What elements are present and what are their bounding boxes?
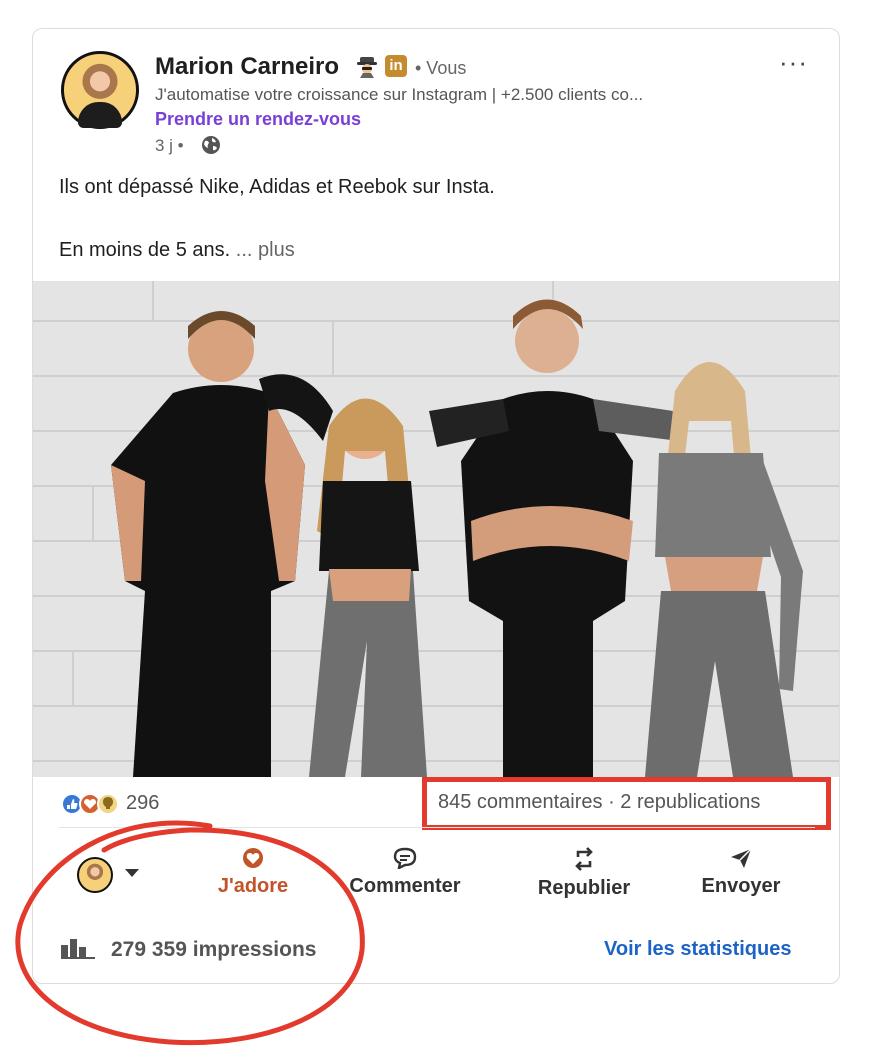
see-more-link[interactable]: ... plus (236, 239, 295, 261)
send-button[interactable]: Envoyer (687, 847, 795, 898)
comment-button[interactable]: Commenter (339, 847, 471, 898)
reaction-summary-icons[interactable] (61, 793, 125, 815)
author-headline: J'automatise votre croissance sur Instag… (155, 85, 644, 104)
love-button[interactable]: J'adore (193, 847, 313, 898)
repost-button[interactable]: Republier (523, 847, 645, 900)
post-text-line-1: Ils ont dépassé Nike, Adidas et Reebok s… (59, 176, 495, 198)
comment-label: Commenter (349, 875, 461, 897)
actor-avatar[interactable] (77, 857, 113, 893)
comments-highlight-box (422, 777, 831, 830)
globe-icon (202, 136, 220, 154)
impressions-count[interactable]: 279 359 impressions (111, 938, 316, 962)
repost-label: Republier (537, 877, 631, 899)
send-icon (731, 848, 752, 868)
view-stats-link[interactable]: Voir les statistiques (604, 938, 791, 961)
connection-degree: • Vous (415, 58, 467, 78)
post-text-line-2-content: En moins de 5 ans. (59, 239, 231, 261)
caret-down-icon[interactable] (125, 869, 139, 877)
book-meeting-link[interactable]: Prendre un rendez-vous (155, 109, 361, 130)
post-time: 3 j • (155, 136, 184, 155)
more-options-button[interactable]: ··· (779, 47, 808, 78)
divider (59, 827, 815, 828)
linkedin-badge: in (385, 55, 407, 77)
reactions-count[interactable]: 296 (126, 792, 159, 815)
post-text-line-2: En moins de 5 ans. ... plus (59, 239, 295, 262)
love-label: J'adore (217, 875, 289, 897)
love-reaction-icon (243, 848, 263, 868)
comment-icon (393, 847, 417, 869)
repost-icon (575, 847, 593, 871)
post-card: Marion Carneiro in • Vous ··· J'automati… (32, 28, 840, 984)
post-image[interactable] (33, 281, 840, 777)
bar-chart-icon (61, 939, 95, 959)
author-name[interactable]: Marion Carneiro (155, 53, 339, 81)
send-label: Envoyer (701, 875, 781, 897)
author-avatar[interactable] (61, 51, 139, 129)
spy-icon (357, 57, 377, 78)
